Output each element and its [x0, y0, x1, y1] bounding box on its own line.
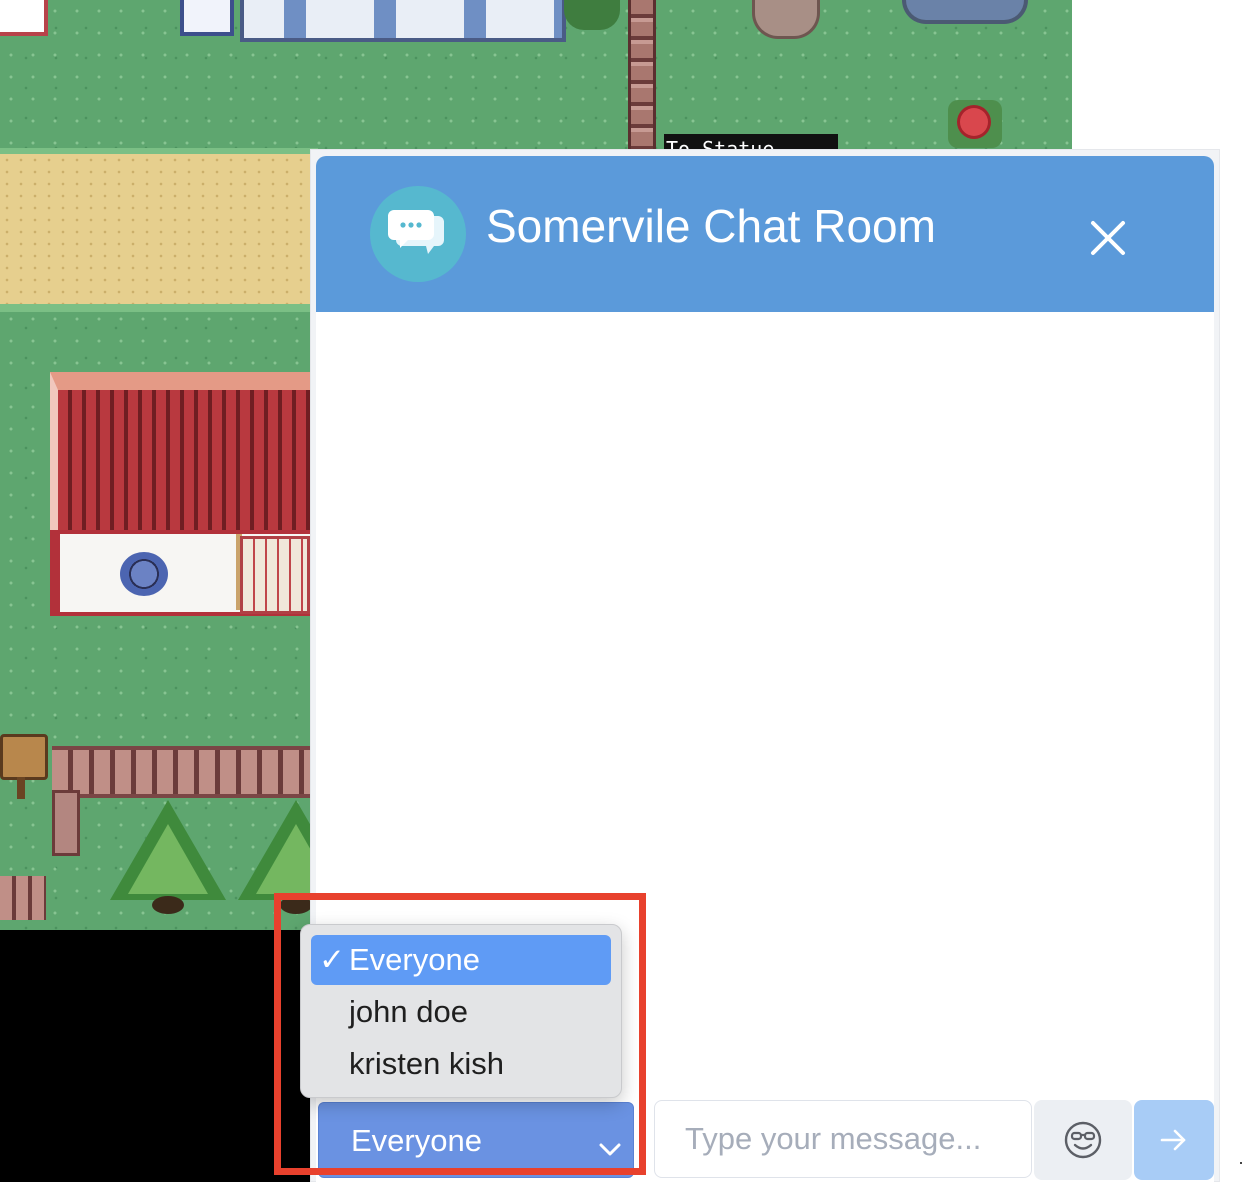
map-tree [110, 800, 226, 914]
map-building-corner [0, 0, 48, 36]
close-button[interactable] [1080, 210, 1136, 266]
map-house-roof [50, 372, 326, 548]
map-bush [564, 0, 620, 30]
send-button[interactable] [1134, 1100, 1214, 1180]
chat-title: Somervile Chat Room [486, 200, 936, 252]
map-rock [752, 0, 820, 39]
message-input[interactable] [654, 1100, 1032, 1178]
emoji-button[interactable] [1034, 1100, 1132, 1180]
map-building-top [240, 0, 566, 42]
map-signpost [0, 734, 48, 799]
map-fence-horizontal [52, 746, 318, 798]
map-fence-post [52, 790, 80, 856]
close-icon [1091, 221, 1125, 255]
map-sand-path [0, 148, 318, 312]
highlight-annotation [274, 893, 646, 1175]
map-pond [902, 0, 1028, 24]
smiley-sunglasses-icon [1064, 1121, 1102, 1159]
arrow-right-icon [1160, 1129, 1186, 1151]
map-fence-vertical [628, 0, 656, 150]
chat-header: Somervile Chat Room [316, 156, 1214, 312]
map-fence-bottom [0, 876, 46, 920]
map-flower [948, 100, 1002, 148]
map-sign-board [180, 0, 234, 36]
corner-dot [1240, 1162, 1242, 1164]
chat-bubbles-icon [370, 186, 466, 282]
map-house-window [120, 552, 168, 596]
game-canvas-letterbox [0, 930, 318, 1182]
map-house-door [240, 536, 310, 614]
